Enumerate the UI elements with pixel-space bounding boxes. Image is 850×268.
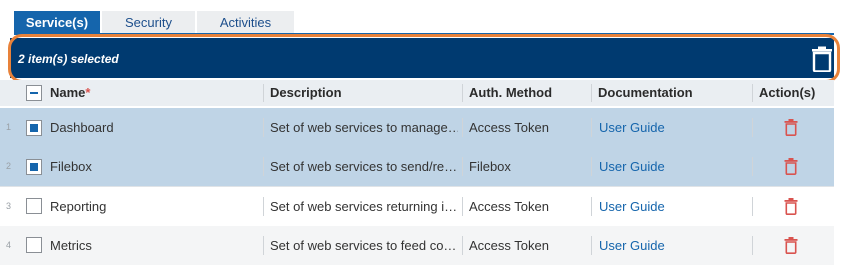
user-guide-link[interactable]: User Guide <box>599 187 665 226</box>
column-divider <box>591 197 592 216</box>
column-divider <box>462 118 463 137</box>
column-divider <box>263 118 264 137</box>
table-row[interactable]: 4 Metrics Set of web services to feed co… <box>0 226 834 265</box>
column-divider <box>462 197 463 216</box>
column-header-description[interactable]: Description <box>270 80 342 106</box>
table-row[interactable]: 2 Filebox Set of web services to send/re… <box>0 147 834 186</box>
table-row[interactable]: 3 Reporting Set of web services returnin… <box>0 187 834 226</box>
column-divider <box>263 236 264 255</box>
tab-underline <box>14 33 834 35</box>
column-divider <box>462 157 463 176</box>
service-description: Set of web services returning i… <box>270 199 458 214</box>
row-checkbox[interactable] <box>26 198 42 214</box>
row-number: 1 <box>6 122 12 132</box>
tab-bar: Service(s) Security Activities <box>14 11 294 33</box>
auth-method: Access Token <box>469 120 549 135</box>
auth-method: Access Token <box>469 238 549 253</box>
trash-icon[interactable] <box>810 46 834 72</box>
delete-icon[interactable] <box>784 198 798 215</box>
user-guide-link[interactable]: User Guide <box>599 108 665 147</box>
row-checkbox[interactable] <box>26 120 42 136</box>
column-divider <box>752 118 753 137</box>
column-divider <box>462 84 463 102</box>
service-name: Metrics <box>50 238 92 253</box>
selection-count: 2 item(s) selected <box>18 52 119 66</box>
column-divider <box>591 118 592 137</box>
service-name: Dashboard <box>50 120 114 135</box>
selection-bar <box>10 38 834 78</box>
auth-method: Access Token <box>469 199 549 214</box>
service-name: Filebox <box>50 159 92 174</box>
column-divider <box>752 197 753 216</box>
row-checkbox[interactable] <box>26 237 42 253</box>
tab-services[interactable]: Service(s) <box>14 11 100 33</box>
column-divider <box>752 236 753 255</box>
delete-icon[interactable] <box>784 237 798 254</box>
select-all-checkbox[interactable] <box>26 85 42 101</box>
column-header-auth-method[interactable]: Auth. Method <box>469 80 552 106</box>
column-divider <box>263 197 264 216</box>
service-name: Reporting <box>50 199 107 214</box>
service-description: Set of web services to send/re… <box>270 159 458 174</box>
user-guide-link[interactable]: User Guide <box>599 226 665 265</box>
auth-method: Filebox <box>469 159 511 174</box>
column-divider <box>591 157 592 176</box>
column-divider <box>591 84 592 102</box>
column-divider <box>591 236 592 255</box>
service-description: Set of web services to manage… <box>270 120 458 135</box>
tab-activities[interactable]: Activities <box>197 11 294 33</box>
row-checkbox[interactable] <box>26 159 42 175</box>
column-header-documentation[interactable]: Documentation <box>598 80 693 106</box>
table-header: Name* Description Auth. Method Documenta… <box>0 80 834 106</box>
column-divider <box>752 157 753 176</box>
row-number: 2 <box>6 161 12 171</box>
user-guide-link[interactable]: User Guide <box>599 147 665 186</box>
column-divider <box>462 236 463 255</box>
service-description: Set of web services to feed co… <box>270 238 457 253</box>
row-number: 4 <box>6 240 12 250</box>
delete-icon[interactable] <box>784 158 798 175</box>
tab-security[interactable]: Security <box>102 11 195 33</box>
column-header-actions: Action(s) <box>759 85 816 100</box>
column-divider <box>752 84 753 102</box>
table-row[interactable]: 1 Dashboard Set of web services to manag… <box>0 108 834 147</box>
row-number: 3 <box>6 201 12 211</box>
column-divider <box>263 84 264 102</box>
column-header-name[interactable]: Name* <box>50 80 90 106</box>
column-divider <box>263 157 264 176</box>
delete-icon[interactable] <box>784 119 798 136</box>
